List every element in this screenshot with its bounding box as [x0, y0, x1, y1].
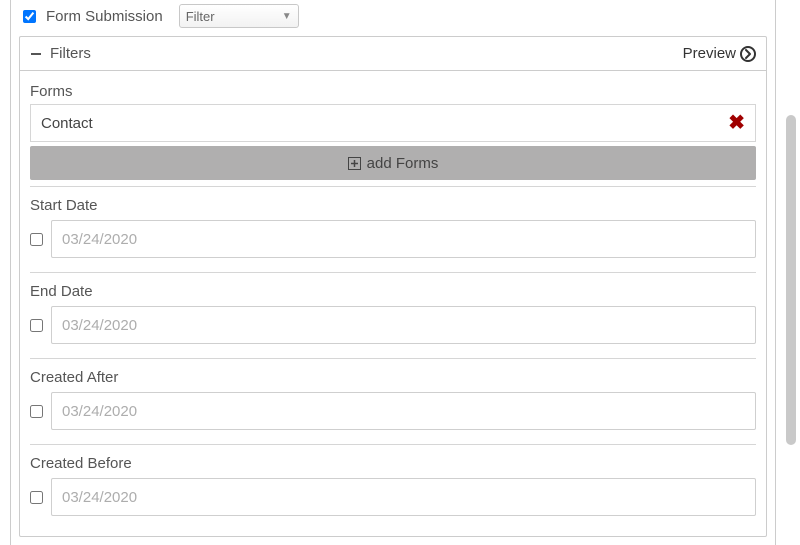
scrollbar-thumb[interactable]: [786, 115, 796, 445]
start-date-input[interactable]: [51, 220, 756, 258]
created-before-checkbox[interactable]: [30, 491, 43, 504]
end-date-checkbox[interactable]: [30, 319, 43, 332]
start-date-label: Start Date: [30, 197, 756, 214]
field-block-end-date: End Date: [30, 272, 756, 358]
start-date-checkbox[interactable]: [30, 233, 43, 246]
end-date-label: End Date: [30, 283, 756, 300]
form-submission-checkbox[interactable]: [23, 10, 36, 23]
created-after-input[interactable]: [51, 392, 756, 430]
chevron-down-icon: ▼: [282, 11, 292, 22]
filters-collapse-toggle[interactable]: Filters: [30, 45, 91, 62]
minus-icon: [30, 48, 42, 60]
created-before-input[interactable]: [51, 478, 756, 516]
created-after-checkbox[interactable]: [30, 405, 43, 418]
arrow-right-circle-icon: [740, 46, 756, 62]
add-forms-label: add Forms: [367, 155, 439, 172]
form-item: Contact ✖: [30, 104, 756, 142]
close-icon[interactable]: ✖: [728, 113, 745, 133]
filters-panel: Filters Preview Forms Contact ✖: [19, 36, 767, 537]
add-forms-button[interactable]: add Forms: [30, 146, 756, 180]
forms-section-label: Forms: [30, 77, 756, 104]
filter-dropdown[interactable]: Filter ▼: [179, 4, 299, 28]
filters-title: Filters: [50, 45, 91, 62]
form-submission-label: Form Submission: [46, 8, 163, 25]
preview-button[interactable]: Preview: [683, 45, 756, 62]
created-before-label: Created Before: [30, 455, 756, 472]
end-date-input[interactable]: [51, 306, 756, 344]
scrollbar-track[interactable]: [786, 0, 796, 545]
form-item-name: Contact: [41, 115, 93, 132]
preview-label: Preview: [683, 45, 736, 62]
field-block-created-after: Created After: [30, 358, 756, 444]
created-after-label: Created After: [30, 369, 756, 386]
form-submission-toggle[interactable]: Form Submission: [19, 7, 163, 26]
filter-dropdown-value: Filter: [186, 9, 215, 24]
field-block-created-before: Created Before: [30, 444, 756, 530]
field-block-start-date: Start Date: [30, 186, 756, 272]
plus-box-icon: [348, 157, 361, 170]
